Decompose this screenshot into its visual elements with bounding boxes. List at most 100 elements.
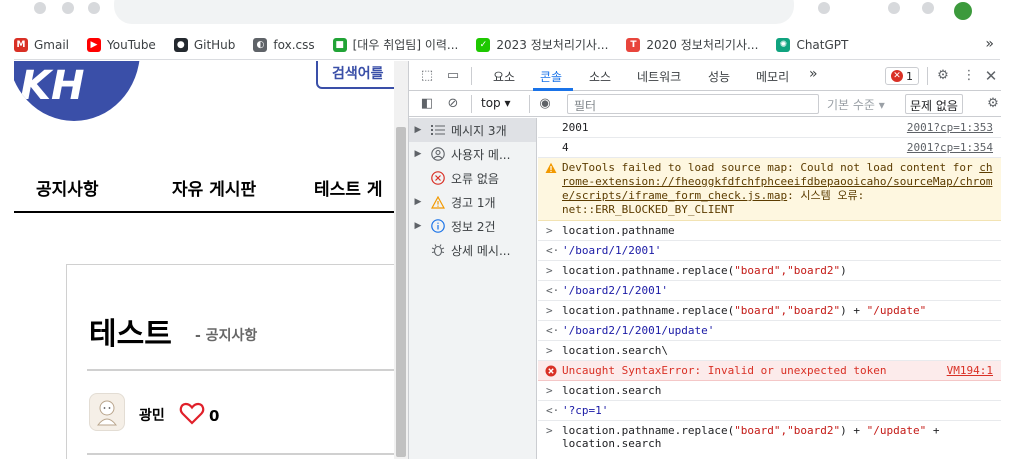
nav-test-board[interactable]: 테스트 게 — [314, 175, 382, 200]
scrollbar-thumb[interactable] — [396, 127, 406, 457]
result-arrow-icon: <· — [546, 404, 560, 417]
error-icon: ✕ — [891, 70, 903, 82]
console-log-line: 4 2001?cp=1:354 — [538, 138, 1001, 158]
inspect-icon[interactable]: ⬚ — [419, 68, 435, 84]
expand-arrow-icon[interactable]: ▶ — [409, 125, 427, 135]
reload-icon[interactable] — [88, 2, 100, 14]
device-toolbar-icon[interactable]: ▭ — [445, 68, 461, 84]
tab-performance[interactable]: 성능 — [708, 68, 730, 85]
address-bar[interactable] — [114, 0, 794, 24]
more-options-icon[interactable]: ⋮ — [961, 68, 977, 84]
bookmark-favicon-icon: ● — [173, 37, 188, 52]
tab-network[interactable]: 네트워크 — [637, 68, 681, 85]
page-scrollbar[interactable] — [394, 61, 408, 459]
site-logo[interactable]: KH — [14, 61, 140, 121]
sidebar-toggle-icon[interactable]: ◧ — [419, 96, 435, 112]
bookmark-favicon-icon: ■ — [332, 37, 347, 52]
expand-arrow-icon[interactable]: ▶ — [409, 197, 427, 207]
site-search-input[interactable]: 검색어를 — [316, 61, 394, 89]
console-log-line: 2001 2001?cp=1:353 — [538, 118, 1001, 138]
back-icon[interactable] — [34, 2, 46, 14]
expand-arrow-icon[interactable]: ▶ — [409, 149, 427, 159]
info-icon — [427, 219, 449, 233]
share-icon[interactable] — [818, 2, 830, 14]
tab-memory[interactable]: 메모리 — [756, 68, 789, 85]
expand-arrow-icon[interactable]: ▶ — [409, 221, 427, 231]
bookmark-item[interactable]: ● GitHub — [173, 33, 235, 57]
tab-elements[interactable]: 요소 — [493, 68, 515, 85]
tab-console[interactable]: 콘솔 — [540, 68, 562, 85]
user-icon — [427, 147, 449, 161]
sidebar-item-label: 정보 2건 — [451, 219, 496, 234]
nav-notice[interactable]: 공지사항 — [36, 175, 99, 200]
heart-icon[interactable] — [179, 401, 205, 425]
console-settings-icon[interactable]: ⚙ — [985, 96, 1001, 112]
bookmark-item[interactable]: M Gmail — [14, 33, 69, 57]
context-value: top — [481, 96, 501, 110]
author-avatar — [89, 393, 125, 431]
command-text: location.pathname — [562, 224, 675, 237]
bookmark-favicon-icon: ◐ — [253, 37, 268, 52]
bookmark-item[interactable]: ✓ 2023 정보처리기사... — [476, 33, 608, 57]
sidebar-item-info[interactable]: ▶ 정보 2건 — [409, 214, 536, 238]
settings-icon[interactable]: ⚙ — [935, 68, 951, 84]
context-select[interactable]: top ▾ — [481, 96, 511, 110]
sidepanel-icon[interactable] — [922, 2, 934, 14]
command-string: "board","board2" — [734, 304, 841, 317]
source-link[interactable]: 2001?cp=1:353 — [907, 121, 993, 134]
sidebar-item-bug[interactable]: 상세 메시... — [409, 238, 536, 262]
console-toolbar: ◧ ⊘ top ▾ ◉ 필터 기본 수준 ▾ 문제 없음 ⚙ — [409, 91, 1001, 117]
log-level-select[interactable]: 기본 수준 ▾ — [827, 96, 885, 113]
bookmark-favicon-icon: ▶ — [87, 37, 102, 52]
error-count: 1 — [906, 69, 913, 83]
list-icon — [427, 124, 449, 136]
bookmark-label: 2020 정보처리기사... — [646, 38, 759, 52]
result-text: '?cp=1' — [562, 404, 609, 417]
bookmark-favicon-icon: ✺ — [776, 37, 791, 52]
sidebar-item-list[interactable]: ▶ 메시지 3개 — [409, 118, 536, 142]
command-text: + — [926, 424, 940, 437]
source-link[interactable]: 2001?cp=1:354 — [907, 141, 993, 154]
console-result-line: <· '/board/1/2001' — [538, 241, 1001, 261]
tab-sources[interactable]: 소스 — [589, 68, 611, 85]
console-result-line: <· '/board2/1/2001/update' — [538, 321, 1001, 341]
source-link[interactable]: VM194:1 — [947, 364, 993, 377]
command-text: location.pathname.replace( — [562, 424, 735, 437]
sidebar-item-warning[interactable]: ▶ 경고 1개 — [409, 190, 536, 214]
result-text: '/board2/1/2001' — [562, 284, 668, 297]
close-icon[interactable]: ✕ — [983, 68, 999, 84]
input-prompt-icon: > — [546, 224, 553, 237]
bookmark-item[interactable]: ■ [대우 취업팀] 이력... — [332, 33, 458, 57]
extensions-icon[interactable] — [888, 2, 900, 14]
forward-icon[interactable] — [62, 2, 74, 14]
command-string: "/update" — [866, 304, 927, 317]
console-input-line: > location.search\ — [538, 341, 1001, 361]
nav-free-board[interactable]: 자유 게시판 — [172, 175, 256, 200]
separator — [471, 67, 472, 85]
clear-console-icon[interactable]: ⊘ — [445, 96, 461, 112]
bookmark-favicon-icon: M — [14, 37, 28, 52]
bookmark-item[interactable]: ◐ fox.css — [253, 33, 315, 57]
console-input-line[interactable]: > location.pathname.replace("board","boa… — [538, 421, 1001, 453]
sidebar-item-error[interactable]: 오류 없음 — [409, 166, 536, 190]
warning-text: DevTools failed to load source map: Coul… — [562, 161, 980, 174]
input-prompt-icon: > — [546, 424, 553, 437]
eye-icon[interactable]: ◉ — [537, 96, 553, 112]
bookmark-item[interactable]: T 2020 정보처리기사... — [626, 33, 758, 57]
more-tabs-icon[interactable]: » — [809, 66, 818, 82]
console-sidebar: ▶ 메시지 3개 ▶ 사용자 메... 오류 없음 ▶ 경고 1개 ▶ 정보 2건 상세 메시..… — [409, 118, 537, 459]
sidebar-item-user[interactable]: ▶ 사용자 메... — [409, 142, 536, 166]
result-text: '/board/1/2001' — [562, 244, 662, 257]
post-category: - 공지사항 — [195, 328, 258, 344]
profile-avatar[interactable] — [954, 2, 972, 20]
command-text: location.pathname.replace( — [562, 304, 735, 317]
warning-icon — [427, 195, 449, 209]
bookmark-item[interactable]: ✺ ChatGPT — [776, 33, 848, 57]
bookmark-label: Gmail — [34, 37, 70, 52]
console-result-line: <· '/board2/1/2001' — [538, 281, 1001, 301]
issues-button[interactable]: 문제 없음 — [905, 94, 963, 114]
error-count-badge[interactable]: ✕ 1 — [885, 67, 919, 85]
console-filter-input[interactable]: 필터 — [567, 94, 819, 114]
bookmark-item[interactable]: ▶ YouTube — [87, 33, 156, 57]
bookmarks-more-icon[interactable]: » — [985, 36, 994, 52]
